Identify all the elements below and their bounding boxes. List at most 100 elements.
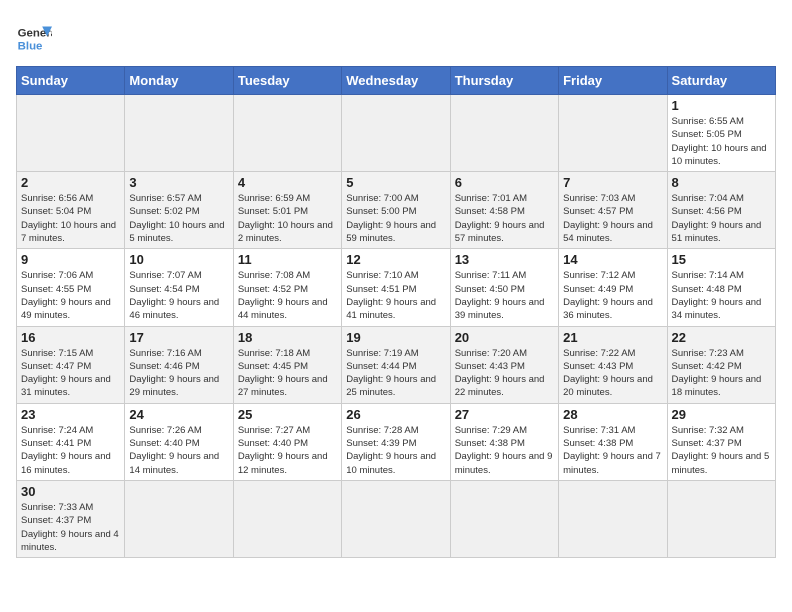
- day-cell: 23 Sunrise: 7:24 AM Sunset: 4:41 PM Dayli…: [17, 403, 125, 480]
- day-cell: 16 Sunrise: 7:15 AM Sunset: 4:47 PM Dayli…: [17, 326, 125, 403]
- day-number: 1: [672, 98, 771, 113]
- day-cell: 22Sunrise: 7:23 AM Sunset: 4:42 PM Dayli…: [667, 326, 775, 403]
- day-info: Sunrise: 7:06 AM Sunset: 4:55 PM Dayligh…: [21, 269, 120, 322]
- day-number: 11: [238, 252, 337, 267]
- day-number: 27: [455, 407, 554, 422]
- day-cell: 29 Sunrise: 7:32 AM Sunset: 4:37 PM Dayli…: [667, 403, 775, 480]
- day-cell: 12 Sunrise: 7:10 AM Sunset: 4:51 PM Dayli…: [342, 249, 450, 326]
- day-cell: 8 Sunrise: 7:04 AM Sunset: 4:56 PM Daylig…: [667, 172, 775, 249]
- week-row-6: 30Sunrise: 7:33 AM Sunset: 4:37 PM Dayli…: [17, 480, 776, 557]
- weekday-header-monday: Monday: [125, 67, 233, 95]
- day-info: Sunrise: 7:01 AM Sunset: 4:58 PM Dayligh…: [455, 192, 554, 245]
- day-number: 21: [563, 330, 662, 345]
- day-number: 24: [129, 407, 228, 422]
- day-number: 12: [346, 252, 445, 267]
- day-info: Sunrise: 7:12 AM Sunset: 4:49 PM Dayligh…: [563, 269, 662, 322]
- day-number: 16: [21, 330, 120, 345]
- day-cell: 17Sunrise: 7:16 AM Sunset: 4:46 PM Dayli…: [125, 326, 233, 403]
- day-info: Sunrise: 7:33 AM Sunset: 4:37 PM Dayligh…: [21, 501, 120, 554]
- day-cell: [233, 480, 341, 557]
- day-cell: 6 Sunrise: 7:01 AM Sunset: 4:58 PM Daylig…: [450, 172, 558, 249]
- day-info: Sunrise: 7:10 AM Sunset: 4:51 PM Dayligh…: [346, 269, 445, 322]
- day-number: 6: [455, 175, 554, 190]
- day-cell: 7 Sunrise: 7:03 AM Sunset: 4:57 PM Daylig…: [559, 172, 667, 249]
- day-info: Sunrise: 7:04 AM Sunset: 4:56 PM Dayligh…: [672, 192, 771, 245]
- day-cell: [233, 95, 341, 172]
- day-cell: 24 Sunrise: 7:26 AM Sunset: 4:40 PM Dayli…: [125, 403, 233, 480]
- day-cell: 14 Sunrise: 7:12 AM Sunset: 4:49 PM Dayli…: [559, 249, 667, 326]
- weekday-header-thursday: Thursday: [450, 67, 558, 95]
- day-info: Sunrise: 7:19 AM Sunset: 4:44 PM Dayligh…: [346, 347, 445, 400]
- day-number: 28: [563, 407, 662, 422]
- day-number: 20: [455, 330, 554, 345]
- day-number: 7: [563, 175, 662, 190]
- calendar: SundayMondayTuesdayWednesdayThursdayFrid…: [16, 66, 776, 558]
- day-cell: [667, 480, 775, 557]
- day-info: Sunrise: 7:31 AM Sunset: 4:38 PM Dayligh…: [563, 424, 662, 477]
- weekday-header-wednesday: Wednesday: [342, 67, 450, 95]
- day-cell: 19Sunrise: 7:19 AM Sunset: 4:44 PM Dayli…: [342, 326, 450, 403]
- day-cell: 2Sunrise: 6:56 AM Sunset: 5:04 PM Daylig…: [17, 172, 125, 249]
- week-row-5: 23 Sunrise: 7:24 AM Sunset: 4:41 PM Dayli…: [17, 403, 776, 480]
- day-cell: [125, 95, 233, 172]
- week-row-3: 9 Sunrise: 7:06 AM Sunset: 4:55 PM Daylig…: [17, 249, 776, 326]
- day-info: Sunrise: 7:08 AM Sunset: 4:52 PM Dayligh…: [238, 269, 337, 322]
- day-info: Sunrise: 7:18 AM Sunset: 4:45 PM Dayligh…: [238, 347, 337, 400]
- day-cell: 4 Sunrise: 6:59 AM Sunset: 5:01 PM Daylig…: [233, 172, 341, 249]
- day-cell: 27 Sunrise: 7:29 AM Sunset: 4:38 PM Dayli…: [450, 403, 558, 480]
- weekday-header-row: SundayMondayTuesdayWednesdayThursdayFrid…: [17, 67, 776, 95]
- day-number: 25: [238, 407, 337, 422]
- day-number: 15: [672, 252, 771, 267]
- day-number: 22: [672, 330, 771, 345]
- day-info: Sunrise: 7:16 AM Sunset: 4:46 PM Dayligh…: [129, 347, 228, 400]
- day-number: 26: [346, 407, 445, 422]
- day-number: 9: [21, 252, 120, 267]
- day-info: Sunrise: 6:55 AM Sunset: 5:05 PM Dayligh…: [672, 115, 771, 168]
- day-info: Sunrise: 7:27 AM Sunset: 4:40 PM Dayligh…: [238, 424, 337, 477]
- day-cell: 9 Sunrise: 7:06 AM Sunset: 4:55 PM Daylig…: [17, 249, 125, 326]
- header: General Blue: [16, 16, 776, 56]
- day-cell: [450, 480, 558, 557]
- day-info: Sunrise: 7:20 AM Sunset: 4:43 PM Dayligh…: [455, 347, 554, 400]
- day-number: 4: [238, 175, 337, 190]
- day-number: 29: [672, 407, 771, 422]
- day-cell: 18 Sunrise: 7:18 AM Sunset: 4:45 PM Dayli…: [233, 326, 341, 403]
- day-info: Sunrise: 7:24 AM Sunset: 4:41 PM Dayligh…: [21, 424, 120, 477]
- day-info: Sunrise: 6:57 AM Sunset: 5:02 PM Dayligh…: [129, 192, 228, 245]
- day-cell: 28 Sunrise: 7:31 AM Sunset: 4:38 PM Dayli…: [559, 403, 667, 480]
- week-row-2: 2Sunrise: 6:56 AM Sunset: 5:04 PM Daylig…: [17, 172, 776, 249]
- day-cell: [342, 480, 450, 557]
- day-info: Sunrise: 7:29 AM Sunset: 4:38 PM Dayligh…: [455, 424, 554, 477]
- day-number: 8: [672, 175, 771, 190]
- weekday-header-friday: Friday: [559, 67, 667, 95]
- day-number: 3: [129, 175, 228, 190]
- day-number: 18: [238, 330, 337, 345]
- weekday-header-sunday: Sunday: [17, 67, 125, 95]
- day-cell: 10Sunrise: 7:07 AM Sunset: 4:54 PM Dayli…: [125, 249, 233, 326]
- day-cell: [559, 480, 667, 557]
- day-number: 14: [563, 252, 662, 267]
- day-info: Sunrise: 7:26 AM Sunset: 4:40 PM Dayligh…: [129, 424, 228, 477]
- day-cell: 13 Sunrise: 7:11 AM Sunset: 4:50 PM Dayli…: [450, 249, 558, 326]
- day-number: 23: [21, 407, 120, 422]
- day-cell: 3 Sunrise: 6:57 AM Sunset: 5:02 PM Daylig…: [125, 172, 233, 249]
- day-info: Sunrise: 7:15 AM Sunset: 4:47 PM Dayligh…: [21, 347, 120, 400]
- day-info: Sunrise: 6:59 AM Sunset: 5:01 PM Dayligh…: [238, 192, 337, 245]
- week-row-4: 16 Sunrise: 7:15 AM Sunset: 4:47 PM Dayli…: [17, 326, 776, 403]
- weekday-header-saturday: Saturday: [667, 67, 775, 95]
- day-cell: 25 Sunrise: 7:27 AM Sunset: 4:40 PM Dayli…: [233, 403, 341, 480]
- week-row-1: 1 Sunrise: 6:55 AM Sunset: 5:05 PM Daylig…: [17, 95, 776, 172]
- day-info: Sunrise: 7:03 AM Sunset: 4:57 PM Dayligh…: [563, 192, 662, 245]
- day-cell: 26Sunrise: 7:28 AM Sunset: 4:39 PM Dayli…: [342, 403, 450, 480]
- day-number: 13: [455, 252, 554, 267]
- day-info: Sunrise: 6:56 AM Sunset: 5:04 PM Dayligh…: [21, 192, 120, 245]
- svg-text:Blue: Blue: [18, 40, 43, 52]
- day-cell: 21Sunrise: 7:22 AM Sunset: 4:43 PM Dayli…: [559, 326, 667, 403]
- day-cell: 30Sunrise: 7:33 AM Sunset: 4:37 PM Dayli…: [17, 480, 125, 557]
- day-cell: 11 Sunrise: 7:08 AM Sunset: 4:52 PM Dayli…: [233, 249, 341, 326]
- day-info: Sunrise: 7:11 AM Sunset: 4:50 PM Dayligh…: [455, 269, 554, 322]
- weekday-header-tuesday: Tuesday: [233, 67, 341, 95]
- day-info: Sunrise: 7:32 AM Sunset: 4:37 PM Dayligh…: [672, 424, 771, 477]
- day-number: 5: [346, 175, 445, 190]
- day-number: 10: [129, 252, 228, 267]
